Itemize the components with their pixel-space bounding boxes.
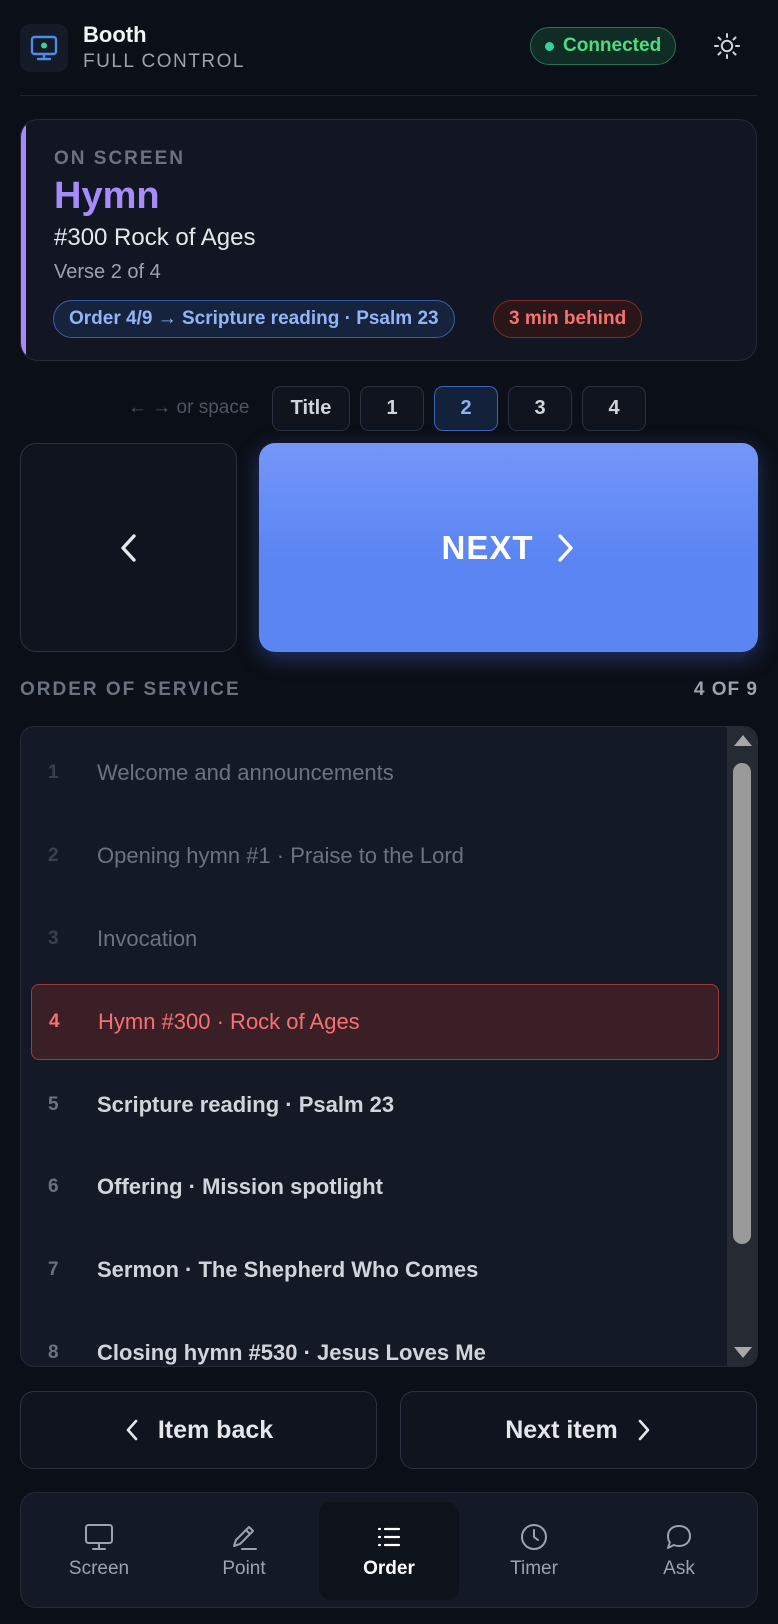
order-item-text: Offering · Mission spotlight	[97, 1174, 383, 1199]
bottom-navigation: Screen Point Order Timer Ask	[20, 1492, 758, 1608]
keyboard-hint: ← → or space	[128, 397, 250, 418]
previous-button[interactable]	[20, 443, 237, 652]
pen-icon	[233, 1526, 257, 1550]
scroll-up-arrow-icon[interactable]	[734, 735, 752, 746]
nav-label-screen: Screen	[68, 1558, 130, 1579]
nav-label-ask: Ask	[663, 1558, 695, 1579]
app-subtitle: FULL CONTROL	[83, 51, 245, 72]
order-item-text: Hymn #300 · Rock of Ages	[98, 1009, 360, 1034]
nav-label-point: Point	[222, 1558, 266, 1579]
verse-button-4[interactable]: 4	[582, 386, 646, 431]
chevron-left-icon	[120, 533, 136, 562]
order-item-8[interactable]: 8 Closing hymn #530 · Jesus Loves Me	[31, 1315, 719, 1366]
item-back-button[interactable]: Item back	[20, 1391, 377, 1469]
header-divider	[20, 95, 757, 96]
next-button-label: NEXT	[441, 528, 534, 566]
order-item-text: Opening hymn #1 · Praise to the Lord	[97, 843, 464, 868]
header: Booth FULL CONTROL Connected	[20, 20, 757, 96]
order-item-3[interactable]: 3 Invocation	[31, 901, 719, 977]
order-item-7[interactable]: 7 Sermon · The Shepherd Who Comes	[31, 1232, 719, 1308]
order-of-service-title: ORDER OF SERVICE	[20, 679, 241, 700]
list-icon	[377, 1527, 401, 1547]
nav-label-order: Order	[363, 1558, 415, 1579]
connection-status-label: Connected	[563, 35, 662, 56]
scrollbar-thumb[interactable]	[733, 763, 751, 1244]
verse-button-1[interactable]: 1	[360, 386, 424, 431]
item-back-label: Item back	[157, 1415, 274, 1444]
on-screen-card: ON SCREEN Hymn #300 Rock of Ages Verse 2…	[20, 119, 757, 361]
on-screen-title: #300 Rock of Ages	[54, 224, 256, 251]
next-button[interactable]: NEXT	[259, 443, 758, 652]
order-item-2[interactable]: 2 Opening hymn #1 · Praise to the Lord	[31, 818, 719, 894]
order-item-number: 5	[48, 1094, 59, 1115]
on-screen-label: ON SCREEN	[54, 148, 185, 169]
sun-icon	[714, 33, 740, 59]
card-accent-bar	[21, 120, 26, 360]
chat-bubble-icon	[667, 1525, 691, 1549]
list-scrollbar[interactable]	[727, 727, 757, 1366]
nav-tab-point[interactable]: Point	[174, 1502, 314, 1600]
order-item-text: Closing hymn #530 · Jesus Loves Me	[97, 1340, 486, 1365]
nav-tab-screen[interactable]: Screen	[29, 1502, 169, 1600]
nav-tab-order[interactable]: Order	[319, 1502, 459, 1600]
on-screen-verse: Verse 2 of 4	[54, 261, 161, 283]
order-progress-badge: Order 4/9 → Scripture reading · Psalm 23	[53, 300, 455, 338]
chevron-left-icon	[126, 1419, 138, 1441]
order-item-text: Invocation	[97, 926, 198, 951]
order-item-text: Sermon · The Shepherd Who Comes	[97, 1257, 479, 1282]
clock-icon	[521, 1524, 547, 1550]
order-item-5[interactable]: 5 Scripture reading · Psalm 23	[31, 1067, 719, 1143]
theme-toggle-button[interactable]	[710, 29, 744, 63]
on-screen-kind: Hymn	[54, 175, 160, 217]
verse-button-3[interactable]: 3	[508, 386, 572, 431]
order-item-number: 7	[48, 1259, 59, 1280]
order-item-number: 8	[48, 1342, 59, 1363]
nav-tab-ask[interactable]: Ask	[609, 1502, 749, 1600]
nav-label-timer: Timer	[510, 1558, 558, 1579]
chevron-right-icon	[557, 533, 573, 562]
connection-status-badge: Connected	[530, 27, 677, 65]
chevron-right-icon	[638, 1419, 650, 1441]
order-item-number: 2	[48, 845, 59, 866]
status-dot-icon	[545, 41, 554, 51]
order-of-service-list: 1 Welcome and announcements 2 Opening hy…	[20, 726, 758, 1367]
verse-button-title[interactable]: Title	[272, 386, 350, 431]
monitor-icon	[20, 24, 68, 72]
schedule-behind-badge: 3 min behind	[493, 300, 643, 338]
order-item-text: Welcome and announcements	[97, 760, 394, 785]
order-item-number: 1	[48, 762, 59, 783]
monitor-icon	[85, 1524, 113, 1550]
nav-tab-timer[interactable]: Timer	[464, 1502, 604, 1600]
order-of-service-count: 4 OF 9	[693, 679, 758, 700]
scroll-down-arrow-icon[interactable]	[734, 1347, 752, 1358]
app-title: Booth	[83, 22, 147, 47]
order-item-number: 6	[48, 1176, 59, 1197]
verse-button-2[interactable]: 2	[434, 386, 498, 431]
next-item-button[interactable]: Next item	[400, 1391, 757, 1469]
order-item-1[interactable]: 1 Welcome and announcements	[31, 735, 719, 811]
order-item-4-current[interactable]: 4 Hymn #300 · Rock of Ages	[31, 984, 719, 1060]
order-item-text: Scripture reading · Psalm 23	[97, 1092, 395, 1117]
order-item-number: 4	[49, 1011, 60, 1032]
next-item-label: Next item	[505, 1415, 618, 1444]
order-item-number: 3	[48, 928, 59, 949]
order-item-6[interactable]: 6 Offering · Mission spotlight	[31, 1149, 719, 1225]
